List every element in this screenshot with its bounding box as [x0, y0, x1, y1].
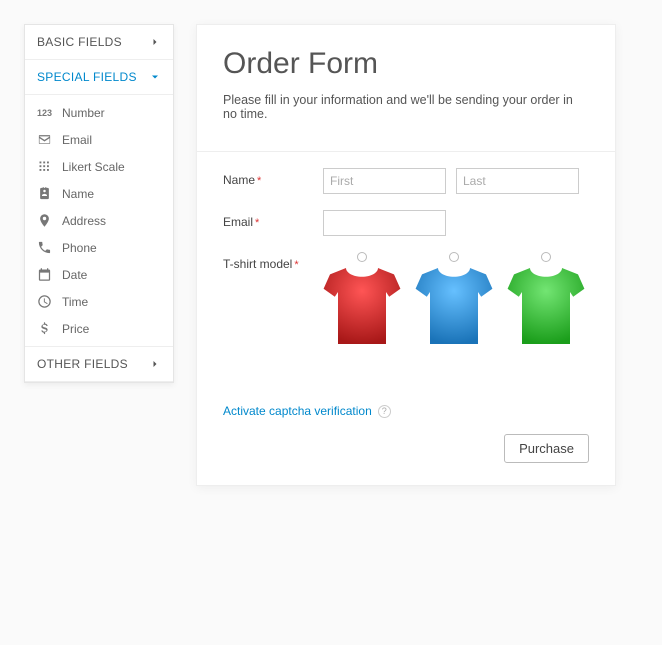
page-title: Order Form — [223, 47, 589, 81]
radio-icon[interactable] — [541, 252, 551, 262]
email-label: Email* — [223, 210, 323, 229]
field-label: Price — [62, 322, 89, 336]
help-icon[interactable]: ? — [378, 405, 391, 418]
chevron-right-icon — [149, 36, 161, 48]
section-label: OTHER FIELDS — [37, 357, 128, 371]
section-label: SPECIAL FIELDS — [37, 70, 137, 84]
field-label: Name — [62, 187, 94, 201]
form-panel: Order Form Please fill in your informati… — [196, 24, 616, 486]
tshirt-options — [319, 252, 589, 352]
time-icon — [37, 294, 52, 309]
last-name-input[interactable] — [456, 168, 579, 194]
first-name-input[interactable] — [323, 168, 446, 194]
field-item-email[interactable]: Email — [25, 126, 173, 153]
field-label: Number — [62, 106, 105, 120]
tshirt-label: T-shirt model* — [223, 252, 319, 271]
email-input[interactable] — [323, 210, 446, 236]
field-label: Time — [62, 295, 88, 309]
captcha-link[interactable]: Activate captcha verification — [223, 404, 372, 418]
field-item-time[interactable]: Time — [25, 288, 173, 315]
special-fields-list: 123 Number Email Likert Scale Name Addre… — [25, 95, 173, 347]
field-item-phone[interactable]: Phone — [25, 234, 173, 261]
field-label: Date — [62, 268, 87, 282]
tshirt-option-green[interactable] — [503, 252, 589, 352]
name-icon — [37, 186, 52, 201]
radio-icon[interactable] — [449, 252, 459, 262]
field-item-price[interactable]: Price — [25, 315, 173, 342]
tshirt-blue-icon — [413, 264, 495, 352]
number-icon: 123 — [37, 105, 52, 120]
phone-icon — [37, 240, 52, 255]
section-special-fields[interactable]: SPECIAL FIELDS — [25, 60, 173, 95]
field-label: Phone — [62, 241, 97, 255]
field-item-number[interactable]: 123 Number — [25, 99, 173, 126]
field-item-address[interactable]: Address — [25, 207, 173, 234]
address-icon — [37, 213, 52, 228]
date-icon — [37, 267, 52, 282]
chevron-right-icon — [149, 358, 161, 370]
page-subtitle: Please fill in your information and we'l… — [223, 93, 589, 121]
sidebar: BASIC FIELDS SPECIAL FIELDS 123 Number E… — [24, 24, 174, 383]
email-icon — [37, 132, 52, 147]
tshirt-option-red[interactable] — [319, 252, 405, 352]
field-item-date[interactable]: Date — [25, 261, 173, 288]
field-item-name[interactable]: Name — [25, 180, 173, 207]
section-label: BASIC FIELDS — [37, 35, 122, 49]
chevron-down-icon — [149, 71, 161, 83]
name-label: Name* — [223, 168, 323, 187]
field-item-likert[interactable]: Likert Scale — [25, 153, 173, 180]
likert-icon — [37, 159, 52, 174]
purchase-button[interactable]: Purchase — [504, 434, 589, 463]
field-label: Email — [62, 133, 92, 147]
section-other-fields[interactable]: OTHER FIELDS — [25, 347, 173, 382]
radio-icon[interactable] — [357, 252, 367, 262]
tshirt-red-icon — [321, 264, 403, 352]
section-basic-fields[interactable]: BASIC FIELDS — [25, 25, 173, 60]
field-label: Address — [62, 214, 106, 228]
tshirt-green-icon — [505, 264, 587, 352]
tshirt-option-blue[interactable] — [411, 252, 497, 352]
price-icon — [37, 321, 52, 336]
field-label: Likert Scale — [62, 160, 125, 174]
